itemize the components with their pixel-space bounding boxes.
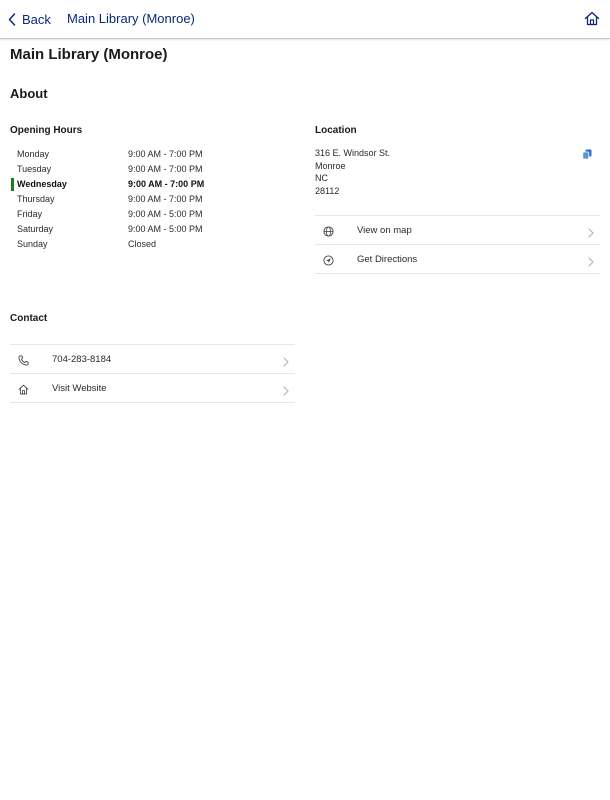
phone-icon — [18, 353, 29, 371]
hours-value: Closed — [128, 239, 157, 249]
hours-value: 9:00 AM - 7:00 PM — [128, 164, 203, 174]
chevron-left-icon — [8, 12, 16, 26]
hours-value: 9:00 AM - 7:00 PM — [128, 149, 203, 159]
location-heading: Location — [315, 125, 357, 136]
location-links: View on map Get Directions — [315, 215, 600, 274]
hours-row-friday: Friday 9:00 AM - 5:00 PM — [10, 207, 300, 222]
phone-link[interactable]: 704-283-8184 — [10, 345, 295, 374]
phone-number-label: 704-283-8184 — [52, 354, 112, 365]
address-city: Monroe — [315, 160, 346, 171]
home-button[interactable] — [584, 11, 600, 31]
day-label: Wednesday — [17, 179, 67, 189]
day-label: Monday — [17, 149, 50, 159]
back-button[interactable]: Back — [8, 10, 51, 28]
today-marker — [11, 178, 14, 191]
hours-value: 9:00 AM - 5:00 PM — [128, 224, 203, 234]
get-directions-link[interactable]: Get Directions — [315, 245, 600, 274]
address-street: 316 E. Windsor St. — [315, 148, 391, 158]
nav-title: Main Library (Monroe) — [67, 11, 195, 26]
hours-row-sunday: Sunday Closed — [10, 237, 300, 252]
contact-heading: Contact — [10, 313, 48, 324]
day-label: Tuesday — [17, 164, 52, 174]
hours-row-thursday: Thursday 9:00 AM - 7:00 PM — [10, 192, 300, 207]
chevron-right-icon — [588, 254, 594, 272]
day-label: Saturday — [17, 224, 54, 234]
chevron-right-icon — [588, 225, 594, 243]
page-title: Main Library (Monroe) — [10, 46, 168, 63]
copy-icon — [582, 147, 593, 164]
address-state: NC — [315, 173, 328, 183]
hours-value: 9:00 AM - 7:00 PM — [128, 179, 205, 189]
hours-row-saturday: Saturday 9:00 AM - 5:00 PM — [10, 222, 300, 237]
globe-icon — [323, 224, 334, 242]
home-icon — [584, 11, 600, 30]
view-on-map-label: View on map — [357, 225, 412, 236]
day-label: Sunday — [17, 239, 48, 249]
about-heading: About — [10, 86, 48, 101]
visit-website-link[interactable]: Visit Website — [10, 374, 295, 403]
hours-row-wednesday: Wednesday 9:00 AM - 7:00 PM — [10, 177, 300, 192]
address-block: 316 E. Windsor St. Monroe NC 28112 — [315, 147, 390, 197]
address-zip: 28112 — [315, 185, 340, 196]
back-label: Back — [22, 11, 51, 27]
hours-value: 9:00 AM - 5:00 PM — [128, 209, 203, 219]
directions-icon — [323, 253, 334, 271]
hours-row-tuesday: Tuesday 9:00 AM - 7:00 PM — [10, 162, 300, 177]
get-directions-label: Get Directions — [357, 254, 418, 265]
chevron-right-icon — [283, 354, 289, 372]
opening-hours-heading: Opening Hours — [10, 125, 83, 136]
visit-website-label: Visit Website — [52, 383, 107, 394]
hours-row-monday: Monday 9:00 AM - 7:00 PM — [10, 147, 300, 162]
home-icon — [18, 382, 29, 400]
top-nav-bar: Back Main Library (Monroe) — [0, 0, 610, 39]
day-label: Thursday — [17, 194, 55, 204]
chevron-right-icon — [283, 383, 289, 401]
day-label: Friday — [17, 209, 43, 219]
copy-address-button[interactable] — [582, 147, 593, 165]
view-on-map-link[interactable]: View on map — [315, 216, 600, 245]
opening-hours-table: Monday 9:00 AM - 7:00 PM Tuesday 9:00 AM… — [10, 147, 300, 252]
contact-links: 704-283-8184 Visit Website — [10, 344, 295, 403]
hours-value: 9:00 AM - 7:00 PM — [128, 194, 203, 204]
